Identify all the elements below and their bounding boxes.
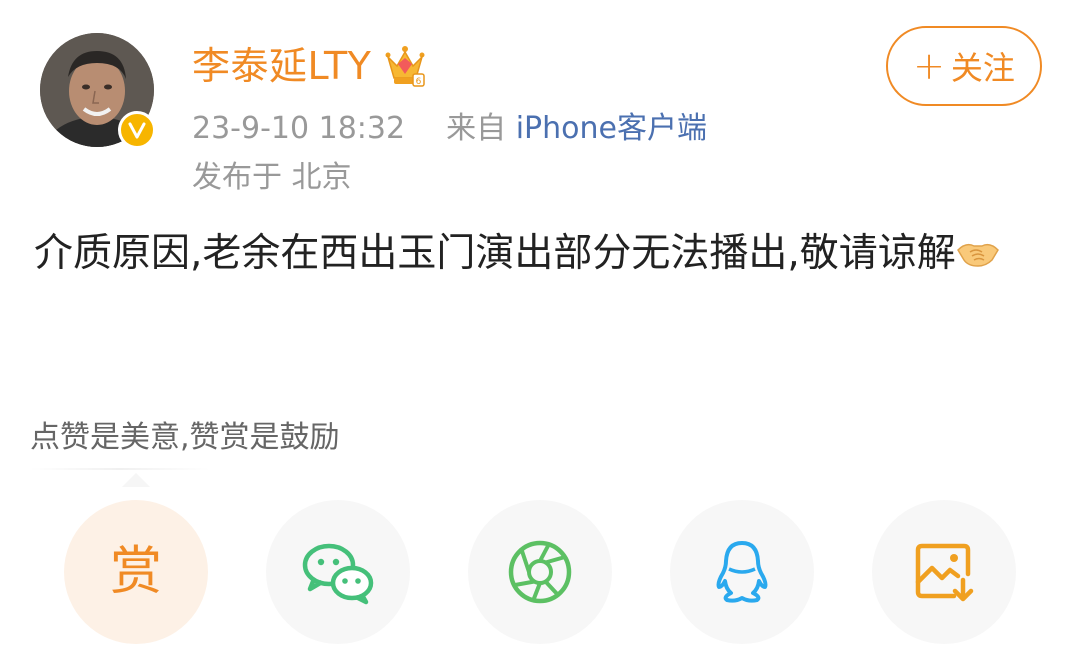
svg-text:6: 6	[416, 77, 422, 87]
share-moments-button[interactable]	[468, 500, 612, 644]
reward-icon: 赏	[109, 542, 162, 602]
post-content-text: 介质原因,老余在西出玉门演出部分无法播出,敬请谅解	[34, 231, 956, 276]
username[interactable]: 李泰延LTY	[192, 40, 371, 92]
moments-icon	[508, 540, 572, 604]
share-wechat-button[interactable]	[266, 500, 410, 644]
handshake-icon	[956, 243, 999, 267]
post-meta: 23-9-10 18:32 来自 iPhone客户端	[192, 107, 707, 151]
verified-badge-icon	[118, 111, 156, 149]
username-row: 李泰延LTY 6	[192, 40, 427, 92]
wechat-icon	[302, 543, 374, 605]
post-timestamp: 23-9-10 18:32	[192, 111, 406, 146]
save-image-icon	[915, 543, 974, 602]
qq-icon	[716, 541, 768, 603]
source-link[interactable]: iPhone客户端	[516, 111, 707, 146]
reward-button[interactable]: 赏	[64, 500, 208, 644]
share-qq-button[interactable]	[670, 500, 814, 644]
follow-label: 关注	[950, 49, 1015, 87]
post-content: 介质原因,老余在西出玉门演出部分无法播出,敬请谅解	[34, 224, 1044, 284]
follow-button[interactable]: + 关注	[886, 26, 1042, 106]
avatar[interactable]	[40, 33, 156, 149]
post-location: 发布于 北京	[192, 160, 352, 195]
plus-icon: +	[913, 44, 945, 88]
tip-pointer	[122, 473, 150, 487]
save-image-button[interactable]	[872, 500, 1016, 644]
tip-divider	[30, 468, 210, 470]
reward-tip: 点赞是美意,赞赏是鼓励	[30, 420, 340, 455]
crown-vip-icon[interactable]: 6	[383, 44, 427, 88]
source-prefix: 来自	[446, 111, 507, 146]
